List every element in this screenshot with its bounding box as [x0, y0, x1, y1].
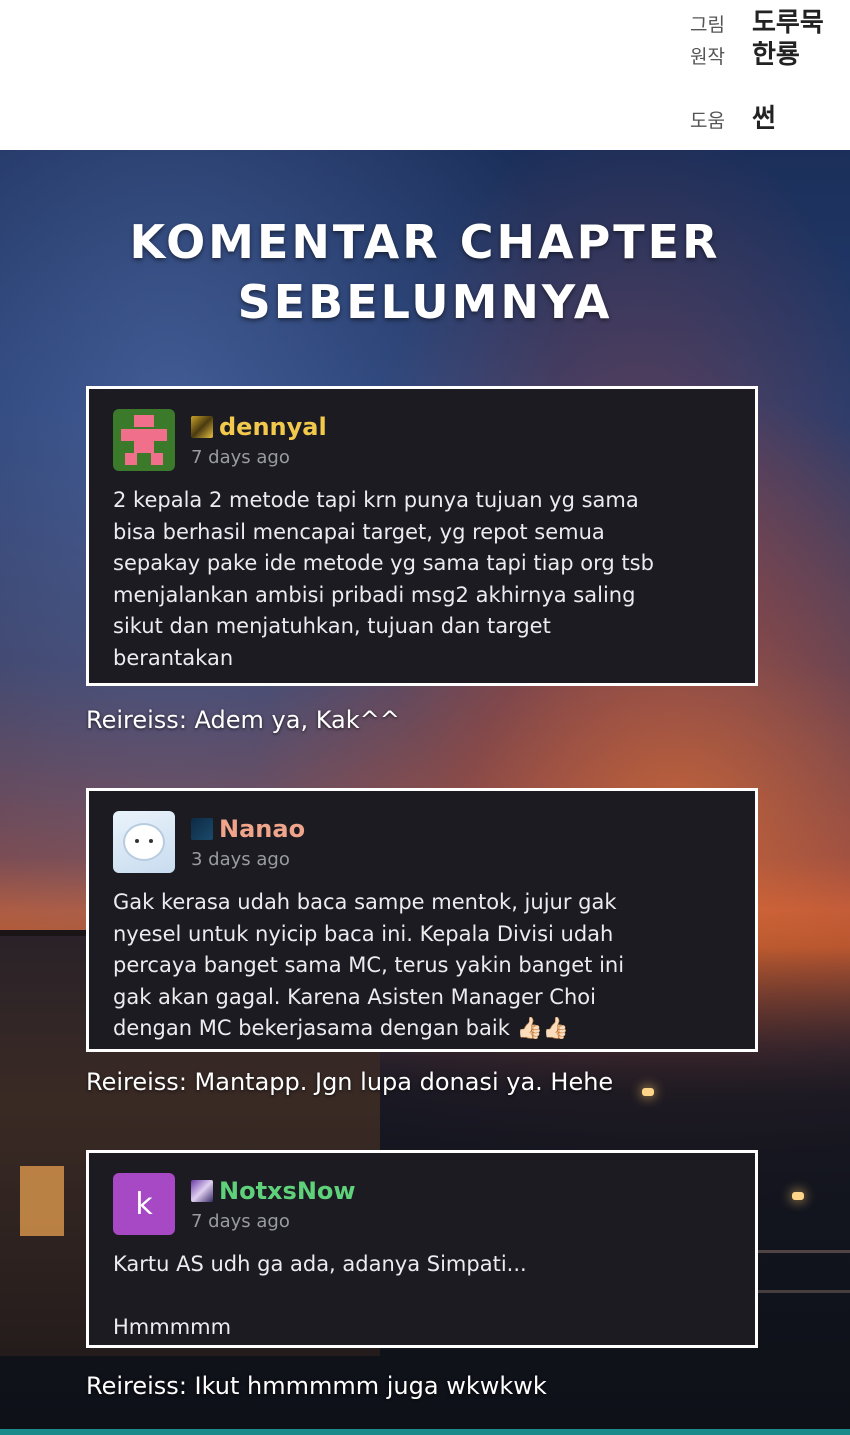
comment-body: Kartu AS udh ga ada, adanya Simpati... H…: [113, 1252, 527, 1339]
bottom-bar: [0, 1429, 850, 1435]
comment-header: Nanao 3 days ago: [113, 811, 731, 873]
title-line-1: KOMENTAR CHAPTER: [129, 215, 721, 269]
username-row: NotxsNow: [191, 1177, 356, 1205]
lamp-light: [642, 1088, 654, 1096]
credits-header: 그림 도루묵 원작 한룡 도움 썬: [0, 0, 850, 150]
username-row: dennyal: [191, 413, 327, 441]
username[interactable]: Nanao: [219, 815, 305, 843]
comment-meta: NotxsNow 7 days ago: [191, 1173, 356, 1232]
credit-role: 원작: [690, 46, 725, 68]
reply-text: Reireiss: Adem ya, Kak^^: [86, 706, 400, 734]
comment-card: k NotxsNow 7 days ago Kartu AS udh ga ad…: [86, 1150, 758, 1348]
user-badge-icon: [191, 416, 213, 438]
comment-body: Gak kerasa udah baca sampe mentok, jujur…: [113, 890, 625, 1040]
username[interactable]: NotxsNow: [219, 1177, 356, 1205]
comment-card: dennyal 7 days ago 2 kepala 2 metode tap…: [86, 386, 758, 686]
reply-text: Reireiss: Ikut hmmmmm juga wkwkwk: [86, 1372, 547, 1400]
comment-time: 3 days ago: [191, 849, 290, 870]
background-scene: KOMENTAR CHAPTER SEBELUMNYA dennyal 7 da…: [0, 150, 850, 1435]
user-badge-icon: [191, 1180, 213, 1202]
station-window: [20, 1166, 64, 1236]
lamp-light: [792, 1192, 804, 1200]
credit-role: 그림: [690, 14, 725, 36]
credit-role: 도움: [690, 110, 725, 132]
reply-text: Reireiss: Mantapp. Jgn lupa donasi ya. H…: [86, 1068, 614, 1096]
title-line-2: SEBELUMNYA: [237, 275, 613, 329]
username-row: Nanao: [191, 815, 305, 843]
section-title: KOMENTAR CHAPTER SEBELUMNYA: [0, 212, 850, 332]
username[interactable]: dennyal: [219, 413, 327, 441]
credit-name: 한룡: [752, 40, 800, 70]
comment-header: dennyal 7 days ago: [113, 409, 731, 471]
comment-card: Nanao 3 days ago Gak kerasa udah baca sa…: [86, 788, 758, 1052]
comment-header: k NotxsNow 7 days ago: [113, 1173, 731, 1235]
comment-meta: dennyal 7 days ago: [191, 409, 327, 468]
comment-body: 2 kepala 2 metode tapi krn punya tujuan …: [113, 488, 654, 670]
white-bear-icon[interactable]: [113, 811, 175, 873]
credit-name: 썬: [752, 104, 776, 134]
credit-row-help: 도움 썬: [690, 98, 776, 135]
comment-meta: Nanao 3 days ago: [191, 811, 305, 870]
comment-time: 7 days ago: [191, 447, 290, 468]
credit-row-original: 원작 한룡: [690, 34, 800, 71]
pixel-character-icon[interactable]: [113, 409, 175, 471]
comment-time: 7 days ago: [191, 1211, 290, 1232]
user-badge-icon: [191, 818, 213, 840]
avatar-letter: k: [135, 1186, 153, 1222]
user-avatar[interactable]: k: [113, 1173, 175, 1235]
